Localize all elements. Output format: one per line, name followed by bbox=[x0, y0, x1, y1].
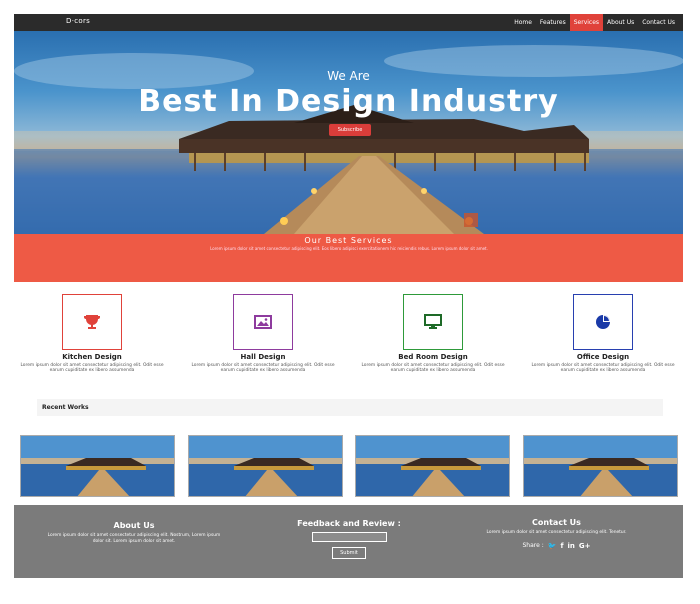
service-name: Bed Room Design bbox=[398, 353, 468, 361]
nav-link-about[interactable]: About Us bbox=[603, 14, 638, 31]
footer-about: About Us Lorem ipsum dolor sit amet cons… bbox=[44, 521, 224, 544]
service-card-kitchen[interactable]: Kitchen Design Lorem ipsum dolor sit ame… bbox=[12, 294, 172, 374]
recent-work-thumbnail[interactable] bbox=[20, 435, 175, 497]
trophy-icon bbox=[84, 315, 100, 329]
twitter-icon[interactable]: 🐦 bbox=[548, 542, 557, 550]
recent-work-thumbnail[interactable] bbox=[355, 435, 510, 497]
service-description: Lorem ipsum dolor sit amet consectetur a… bbox=[361, 363, 505, 374]
service-description: Lorem ipsum dolor sit amet consectetur a… bbox=[20, 363, 164, 374]
share-row: Share : 🐦 f in G+ bbox=[464, 542, 649, 550]
service-name: Office Design bbox=[576, 353, 630, 361]
recent-works-label: Recent Works bbox=[42, 404, 89, 411]
subscribe-button[interactable]: Subscribe bbox=[329, 124, 371, 136]
recent-work-thumbnail[interactable] bbox=[188, 435, 343, 497]
services-title: Our Best Services bbox=[304, 236, 393, 245]
feedback-input[interactable] bbox=[311, 532, 387, 542]
footer-feedback: Feedback and Review : Submit bbox=[274, 519, 424, 559]
footer-contact-text: Lorem ipsum dolor sit amet consectetur a… bbox=[486, 530, 627, 535]
service-name: Hall Design bbox=[240, 353, 286, 361]
footer-about-text: Lorem ipsum dolor sit amet consectetur a… bbox=[47, 533, 221, 544]
share-label: Share : bbox=[522, 542, 544, 550]
service-name: Kitchen Design bbox=[62, 353, 122, 361]
feedback-title: Feedback and Review : bbox=[297, 519, 401, 528]
footer: About Us Lorem ipsum dolor sit amet cons… bbox=[14, 505, 683, 578]
pie-chart-icon bbox=[596, 315, 610, 329]
service-icon-box[interactable] bbox=[62, 294, 122, 350]
recent-work-thumbnail[interactable] bbox=[523, 435, 678, 497]
nav-links: Home Features Services About Us Contact … bbox=[510, 14, 679, 31]
service-card-bedroom[interactable]: Bed Room Design Lorem ipsum dolor sit am… bbox=[353, 294, 513, 374]
submit-button[interactable]: Submit bbox=[332, 547, 366, 559]
nav-link-services[interactable]: Services bbox=[569, 14, 604, 31]
nav-link-features[interactable]: Features bbox=[536, 14, 570, 31]
service-icon-box[interactable] bbox=[573, 294, 633, 350]
service-card-office[interactable]: Office Design Lorem ipsum dolor sit amet… bbox=[523, 294, 683, 374]
services-banner: Our Best Services Lorem ipsum dolor sit … bbox=[14, 234, 683, 282]
hero-title: Best In Design Industry bbox=[138, 84, 559, 119]
monitor-icon bbox=[424, 314, 442, 329]
recent-works-header: Recent Works bbox=[37, 399, 663, 416]
service-description: Lorem ipsum dolor sit amet consectetur a… bbox=[531, 363, 675, 374]
brand-logo[interactable]: D·cors bbox=[66, 17, 90, 25]
google-plus-icon[interactable]: G+ bbox=[579, 542, 591, 550]
image-icon bbox=[254, 315, 272, 329]
top-navbar: D·cors Home Features Services About Us C… bbox=[14, 14, 683, 31]
service-icon-box[interactable] bbox=[233, 294, 293, 350]
linkedin-icon[interactable]: in bbox=[568, 542, 575, 550]
footer-contact-title: Contact Us bbox=[532, 518, 581, 527]
hero-subtitle: We Are bbox=[327, 69, 370, 83]
hero-banner: We Are Best In Design Industry Subscribe bbox=[14, 31, 683, 234]
services-description: Lorem ipsum dolor sit amet consectetur a… bbox=[210, 246, 488, 251]
nav-link-home[interactable]: Home bbox=[510, 14, 536, 31]
footer-contact: Contact Us Lorem ipsum dolor sit amet co… bbox=[464, 518, 649, 550]
nav-link-contact[interactable]: Contact Us bbox=[638, 14, 679, 31]
service-icon-box[interactable] bbox=[403, 294, 463, 350]
service-description: Lorem ipsum dolor sit amet consectetur a… bbox=[191, 363, 335, 374]
facebook-icon[interactable]: f bbox=[560, 542, 563, 550]
footer-about-title: About Us bbox=[113, 521, 155, 530]
service-card-hall[interactable]: Hall Design Lorem ipsum dolor sit amet c… bbox=[183, 294, 343, 374]
